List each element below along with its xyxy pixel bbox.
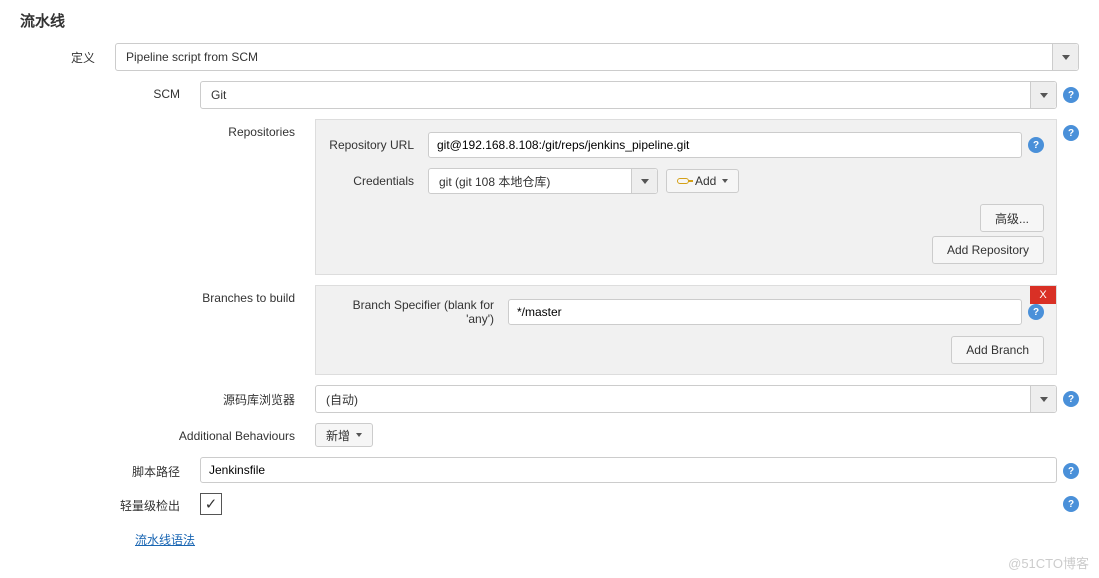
definition-select[interactable]: Pipeline script from SCM (115, 43, 1079, 71)
advanced-button[interactable]: 高级... (980, 204, 1044, 232)
credentials-select[interactable]: git (git 108 本地仓库) (428, 168, 658, 194)
branches-panel: X Branch Specifier (blank for 'any') ? A… (315, 285, 1057, 375)
repositories-panel: Repository URL ? Credentials git (git 10… (315, 119, 1057, 275)
chevron-down-icon (631, 169, 657, 193)
chevron-down-icon (722, 179, 728, 183)
scm-label: SCM (20, 81, 200, 101)
help-icon[interactable]: ? (1063, 391, 1079, 407)
scm-select[interactable]: Git (200, 81, 1057, 109)
add-behaviour-button[interactable]: 新增 (315, 423, 373, 447)
repo-browser-value: (自动) (316, 391, 1030, 408)
repo-browser-select[interactable]: (自动) (315, 385, 1057, 413)
branch-specifier-input[interactable] (508, 299, 1022, 325)
help-icon[interactable]: ? (1028, 137, 1044, 153)
pipeline-syntax-link[interactable]: 流水线语法 (135, 533, 195, 547)
section-title: 流水线 (20, 10, 1079, 31)
branches-label: Branches to build (20, 285, 315, 305)
chevron-down-icon (1030, 82, 1056, 108)
add-branch-button[interactable]: Add Branch (951, 336, 1044, 364)
help-icon[interactable]: ? (1063, 496, 1079, 512)
additional-label: Additional Behaviours (20, 423, 315, 443)
help-icon[interactable]: ? (1063, 87, 1079, 103)
branch-specifier-label: Branch Specifier (blank for 'any') (328, 298, 508, 326)
repositories-label: Repositories (20, 119, 315, 139)
credentials-label: Credentials (328, 174, 428, 188)
watermark: @51CTO博客 (1008, 553, 1089, 572)
repo-url-input[interactable] (428, 132, 1022, 158)
add-behaviour-label: 新增 (326, 427, 350, 444)
add-credentials-button[interactable]: Add (666, 169, 739, 193)
add-repository-button[interactable]: Add Repository (932, 236, 1044, 264)
script-path-input[interactable] (200, 457, 1057, 483)
definition-label: 定义 (20, 43, 115, 66)
definition-value: Pipeline script from SCM (116, 50, 1052, 64)
repo-url-label: Repository URL (328, 138, 428, 152)
chevron-down-icon (1030, 386, 1056, 412)
key-icon (677, 178, 689, 184)
scm-value: Git (201, 88, 1030, 102)
chevron-down-icon (356, 433, 362, 437)
repo-browser-label: 源码库浏览器 (20, 385, 315, 408)
close-icon[interactable]: X (1030, 286, 1056, 304)
chevron-down-icon (1052, 44, 1078, 70)
lightweight-label: 轻量级检出 (20, 495, 200, 514)
script-path-label: 脚本路径 (20, 457, 200, 480)
help-icon[interactable]: ? (1028, 304, 1044, 320)
help-icon[interactable]: ? (1063, 125, 1079, 141)
add-cred-label: Add (695, 174, 716, 188)
lightweight-checkbox[interactable]: ✓ (200, 493, 222, 515)
credentials-value: git (git 108 本地仓库) (429, 173, 631, 190)
help-icon[interactable]: ? (1063, 463, 1079, 479)
